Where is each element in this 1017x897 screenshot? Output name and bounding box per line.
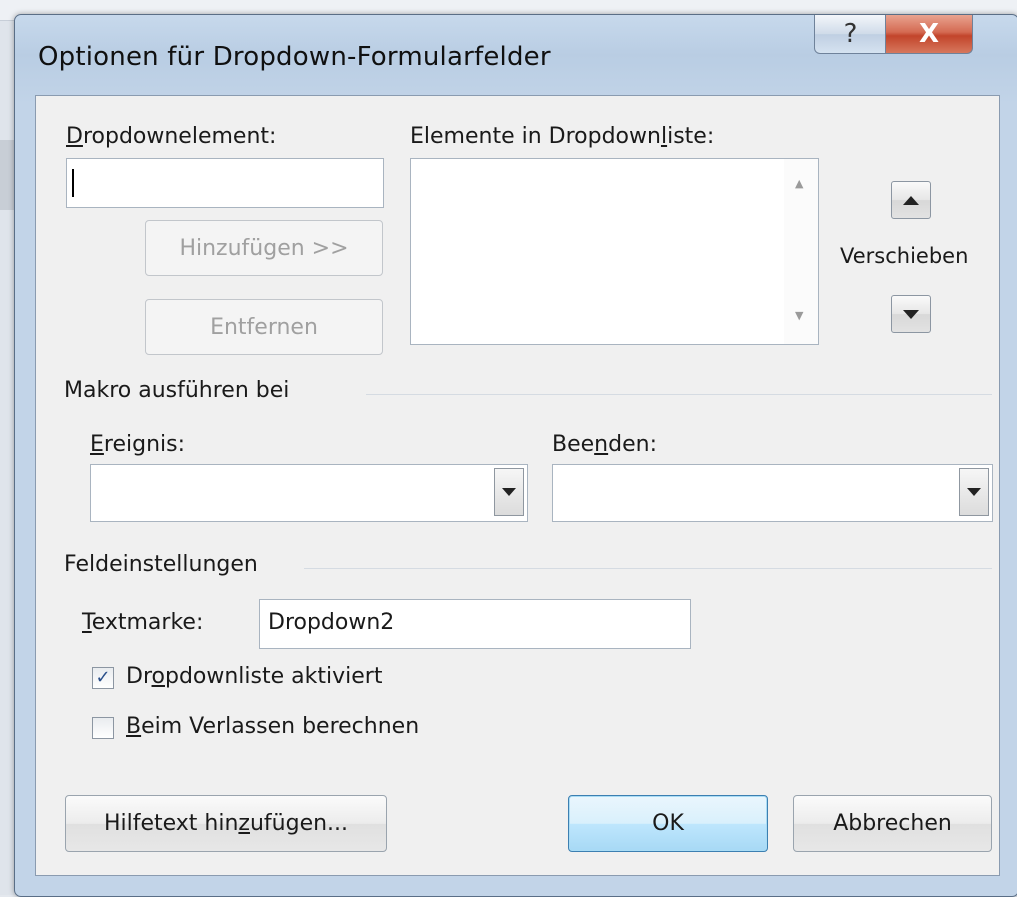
scroll-up-icon[interactable]: ▲: [795, 177, 803, 190]
bookmark-input[interactable]: Dropdown2: [259, 599, 691, 649]
chevron-down-icon: [967, 488, 981, 496]
help-button[interactable]: ?: [814, 15, 887, 54]
bookmark-label: Textmarke:: [82, 610, 204, 635]
dropdown-element-label: Dropdownelement:: [66, 124, 277, 149]
move-up-button[interactable]: [891, 181, 931, 219]
checkmark-icon: ✓: [95, 667, 111, 688]
calculate-on-exit-checkbox[interactable]: [92, 717, 114, 739]
arrow-up-icon: [903, 195, 919, 205]
macro-section-label: Makro ausführen bei: [64, 378, 290, 403]
ok-button[interactable]: OK: [568, 795, 768, 852]
dropdown-enabled-label[interactable]: Dropdownliste aktiviert: [126, 664, 382, 689]
add-button[interactable]: Hinzufügen >>: [145, 220, 383, 276]
entry-macro-label: Ereignis:: [90, 432, 186, 457]
background-ruler: [0, 140, 14, 210]
add-help-text-button[interactable]: Hilfetext hin z ufügen...: [65, 795, 387, 852]
move-down-button[interactable]: [891, 295, 931, 333]
listbox-scrollbar[interactable]: ▲ ▼: [784, 159, 818, 344]
macro-section-divider: [366, 394, 992, 395]
close-button[interactable]: X: [885, 15, 973, 54]
exit-macro-label: Beenden:: [552, 432, 657, 457]
entry-macro-dropdown-button[interactable]: [494, 468, 524, 516]
cancel-button[interactable]: Abbrechen: [793, 795, 992, 852]
close-icon: X: [918, 19, 940, 49]
entry-macro-combobox[interactable]: [90, 464, 528, 522]
text-caret: [72, 169, 74, 197]
field-settings-divider: [304, 568, 992, 569]
chevron-down-icon: [502, 488, 516, 496]
dropdown-items-listbox[interactable]: ▲ ▼: [410, 158, 819, 345]
field-settings-section-label: Feldeinstellungen: [64, 552, 258, 577]
help-icon: ?: [843, 19, 858, 49]
dropdown-enabled-checkbox[interactable]: ✓: [92, 667, 114, 689]
arrow-down-icon: [903, 309, 919, 319]
calculate-on-exit-label[interactable]: Beim Verlassen berechnen: [126, 714, 419, 739]
dialog-client-area: Dropdownelement: Hinzufügen >> Entfernen…: [35, 95, 1000, 876]
dropdown-options-dialog: Optionen für Dropdown-Formularfelder ? X…: [14, 14, 1017, 897]
scroll-down-icon[interactable]: ▼: [795, 309, 803, 322]
list-label: Elemente in Dropdownliste:: [410, 124, 715, 149]
remove-button[interactable]: Entfernen: [145, 299, 383, 355]
exit-macro-dropdown-button[interactable]: [959, 468, 989, 516]
exit-macro-combobox[interactable]: [552, 464, 993, 522]
move-label: Verschieben: [840, 244, 969, 268]
dialog-title: Optionen für Dropdown-Formularfelder: [38, 42, 551, 72]
dropdown-element-input[interactable]: [66, 158, 384, 208]
